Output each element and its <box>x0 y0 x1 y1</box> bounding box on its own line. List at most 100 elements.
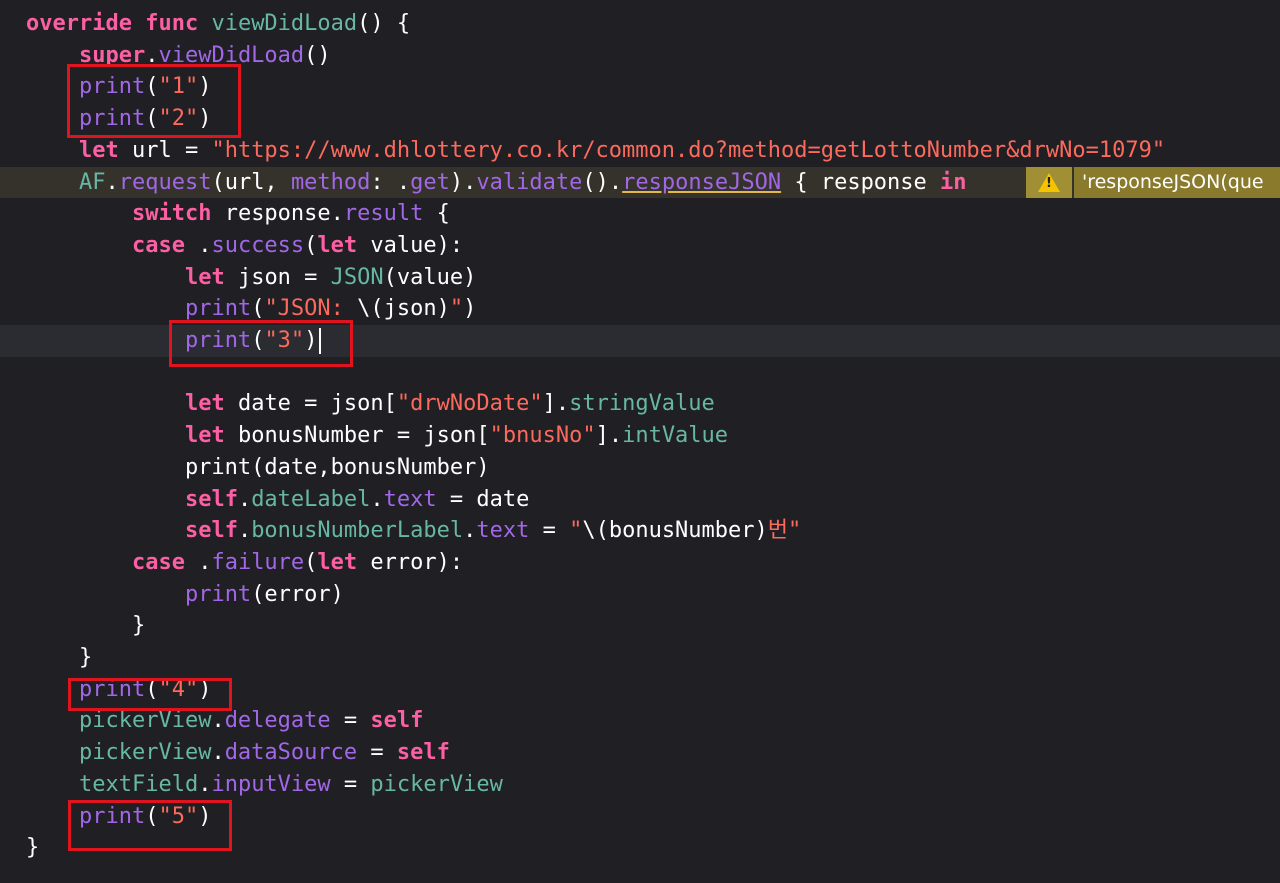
code-token: print <box>184 296 252 322</box>
code-token: print <box>78 676 146 702</box>
code-line[interactable]: textField.inputView = pickerView <box>0 769 1280 801</box>
code-line[interactable]: print(date,bonusNumber) <box>0 452 1280 484</box>
warning-badge[interactable] <box>1026 166 1072 199</box>
code-line[interactable]: let date = json["drwNoDate"].stringValue <box>0 388 1280 420</box>
code-token: ) <box>304 328 318 353</box>
code-token: (). <box>582 169 623 195</box>
code-text: print(error) <box>26 579 344 611</box>
code-text: AF.request(url, method: .get).validate()… <box>26 167 967 199</box>
code-text: pickerView.delegate = self <box>26 705 423 737</box>
code-line[interactable]: print("1") <box>0 71 1280 103</box>
code-token: print <box>78 803 146 829</box>
code-token: ) <box>198 106 212 132</box>
code-token: success <box>211 232 305 258</box>
code-token: { response <box>781 169 941 195</box>
code-token: responseJSON <box>622 169 782 195</box>
code-line[interactable]: let url = "https://www.dhlottery.co.kr/c… <box>0 135 1280 167</box>
code-token: print <box>184 328 252 353</box>
code-line[interactable]: } <box>0 832 1280 864</box>
code-line[interactable]: print("5") <box>0 801 1280 833</box>
code-token: "https://www.dhlottery.co.kr/common.do?m… <box>211 137 1166 163</box>
text-cursor <box>319 328 322 354</box>
code-text: let json = JSON(value) <box>26 262 476 294</box>
code-token: intValue <box>622 423 729 449</box>
code-text: let url = "https://www.dhlottery.co.kr/c… <box>26 135 1165 167</box>
code-line[interactable]: switch response.result { <box>0 198 1280 230</box>
code-text: override func viewDidLoad() { <box>26 8 410 40</box>
code-line[interactable]: case .success(let value): <box>0 230 1280 262</box>
code-token: = date <box>436 486 530 512</box>
code-token: AF <box>78 169 106 195</box>
code-token: ( <box>304 232 318 258</box>
code-token: print <box>184 581 252 607</box>
code-token: self <box>184 486 238 512</box>
code-text: } <box>26 832 39 864</box>
code-token: bonusNumber = json[ <box>224 423 490 449</box>
code-token: stringValue <box>569 391 715 417</box>
code-token: dateLabel <box>251 486 371 512</box>
code-token: . <box>198 771 212 797</box>
code-token: . <box>211 708 225 734</box>
code-line[interactable]: pickerView.dataSource = self <box>0 737 1280 769</box>
code-token: () { <box>357 11 411 36</box>
code-token: \(bonusNumber) <box>582 518 768 544</box>
code-token: ). <box>449 169 477 195</box>
code-token: result <box>343 201 424 227</box>
code-text: case .failure(let error): <box>26 547 463 579</box>
code-token: viewDidLoad <box>211 11 358 36</box>
code-line[interactable]: print(error) <box>0 579 1280 611</box>
code-editor[interactable]: override func viewDidLoad() { super.view… <box>0 0 1280 883</box>
code-token: self <box>184 518 238 544</box>
code-line[interactable]: print("3") <box>0 325 1280 357</box>
code-token: ) <box>463 296 477 322</box>
code-line[interactable]: print("2") <box>0 103 1280 135</box>
code-token: let <box>317 232 358 258</box>
code-token: ( <box>145 106 159 132</box>
code-token: = <box>357 740 397 766</box>
code-line[interactable]: pickerView.delegate = self <box>0 705 1280 737</box>
code-text: print("3") <box>26 325 322 357</box>
code-token: = <box>330 708 371 734</box>
code-text: } <box>26 642 92 674</box>
code-text: print("JSON: \(json)") <box>26 293 476 325</box>
code-token: . <box>211 740 225 766</box>
code-line[interactable] <box>0 357 1280 389</box>
code-line[interactable]: let json = JSON(value) <box>0 262 1280 294</box>
code-token: in <box>940 169 967 195</box>
code-line[interactable]: override func viewDidLoad() { <box>0 8 1280 40</box>
code-line[interactable]: } <box>0 610 1280 642</box>
code-line[interactable]: self.dateLabel.text = date <box>0 484 1280 516</box>
code-token: override <box>26 11 132 36</box>
code-token: ( <box>251 328 265 353</box>
code-token: error): <box>357 549 464 575</box>
warning-message[interactable]: 'responseJSON(que <box>1074 166 1280 199</box>
code-token: value): <box>357 232 464 258</box>
code-text: let date = json["drwNoDate"].stringValue <box>26 388 715 420</box>
code-token: JSON <box>330 264 384 290</box>
code-token: date = json[ <box>224 391 397 417</box>
code-text: super.viewDidLoad() <box>26 40 331 72</box>
code-line[interactable]: print("4") <box>0 674 1280 706</box>
code-line[interactable]: case .failure(let error): <box>0 547 1280 579</box>
code-line[interactable]: let bonusNumber = json["bnusNo"].intValu… <box>0 420 1280 452</box>
code-token: pickerView <box>78 740 212 766</box>
code-token: { <box>423 201 450 227</box>
code-token: print(date,bonusNumber) <box>26 454 490 480</box>
code-line[interactable]: self.bonusNumberLabel.text = "\(bonusNum… <box>0 515 1280 547</box>
code-token: failure <box>211 549 305 575</box>
code-token: case <box>131 232 185 258</box>
code-line[interactable]: } <box>0 642 1280 674</box>
code-token: 번" <box>767 518 802 544</box>
code-token: ) <box>198 74 212 100</box>
code-text: print("2") <box>26 103 211 135</box>
code-line[interactable]: super.viewDidLoad() <box>0 40 1280 72</box>
code-text: textField.inputView = pickerView <box>26 769 503 801</box>
code-line[interactable]: print("JSON: \(json)") <box>0 293 1280 325</box>
